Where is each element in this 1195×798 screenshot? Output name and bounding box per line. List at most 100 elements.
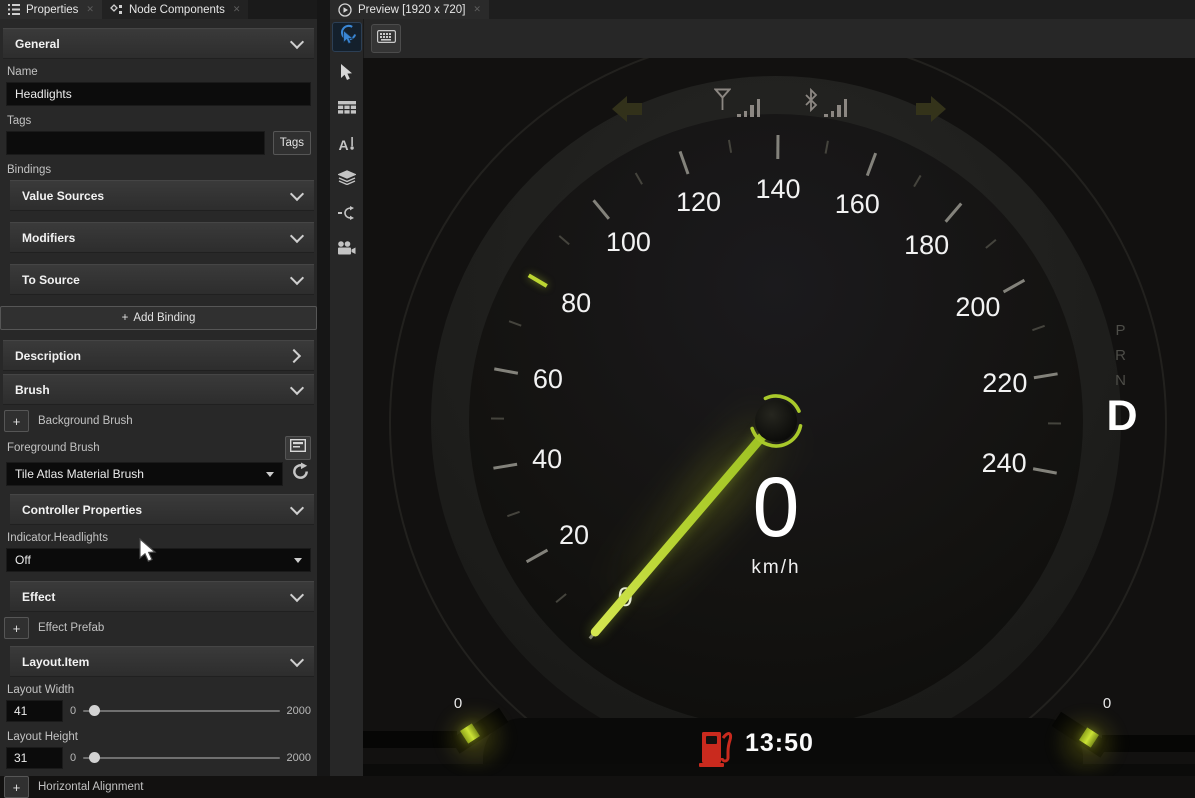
turn-signal-right-icon [916,96,946,122]
tags-button[interactable]: Tags [273,131,311,155]
layout-width-slider[interactable] [83,710,279,712]
virtual-keyboard-button[interactable] [371,24,401,53]
brush-editor-button[interactable] [285,436,311,460]
signal-bars-icon [824,99,847,117]
tab-node-components[interactable]: Node Components ✕ [102,0,248,19]
tab-preview-label: Preview [1920 x 720] [358,4,465,16]
gauge-label: 140 [746,173,810,205]
slider-handle[interactable] [89,752,100,763]
layout-width-label: Layout Width [7,684,317,696]
tab-properties-label: Properties [26,4,78,16]
branch-arrows-icon [338,206,355,225]
signal-bars-icon [737,99,760,117]
section-controller-properties-title: Controller Properties [22,503,292,517]
layout-height-slider[interactable] [83,757,279,759]
preview-viewport[interactable]: 020406080100120140160180200220240 0 km/h… [363,58,1195,776]
bluetooth-signal-indicator [804,88,847,117]
gauge-label: 180 [895,229,959,261]
section-effect[interactable]: Effect [10,581,314,612]
gauge-label: 60 [516,363,580,395]
gear-positions: P R N [1105,318,1137,393]
node-components-icon [110,4,123,16]
gear-p: P [1105,318,1137,343]
play-circle-icon [338,3,352,17]
gauge-label: 20 [542,519,606,551]
indicator-headlights-value: Off [15,553,31,567]
tags-label: Tags [7,115,317,127]
gear-n: N [1105,368,1137,393]
grid-tool-button[interactable] [333,98,361,122]
layers-tool-button[interactable] [333,168,361,192]
tags-field[interactable] [6,131,265,155]
tab-node-components-label: Node Components [129,4,225,16]
section-modifiers[interactable]: Modifiers [10,222,314,253]
chevron-right-icon [287,348,301,362]
section-to-source[interactable]: To Source [10,264,314,295]
network-signal-indicator [714,88,760,117]
close-icon[interactable]: ✕ [233,4,241,15]
text-cursor-mark-icon [349,136,355,155]
layout-width-field[interactable]: 41 [6,700,63,722]
left-gauge-zero-label: 0 [446,695,470,712]
gauge-tick [1048,422,1061,424]
foreground-brush-dropdown[interactable]: Tile Atlas Material Brush [6,462,283,486]
section-description[interactable]: Description [3,340,314,371]
section-brush-title: Brush [15,383,292,397]
close-icon[interactable]: ✕ [86,4,94,15]
add-binding-button[interactable]: + Add Binding [0,306,317,330]
layout-height-field[interactable]: 31 [6,747,63,769]
section-general[interactable]: General [3,28,314,59]
gauge-label: 240 [972,447,1036,479]
select-tool-button[interactable] [333,63,361,87]
arrow-cursor-icon [339,64,354,87]
reset-brush-button[interactable] [289,463,311,485]
properties-list-icon [8,4,20,15]
section-layout-item-title: Layout.Item [22,655,292,669]
add-effect-prefab-button[interactable]: + [4,617,29,639]
right-gauge-zero-label: 0 [1095,695,1119,712]
instance-tool-button[interactable] [333,203,361,227]
gauge-label: 100 [596,226,660,258]
speed-unit: km/h [716,557,836,579]
preview-tabbar: Preview [1920 x 720] ✕ [330,0,1195,19]
slider-handle[interactable] [89,705,100,716]
chevron-down-icon [290,228,304,242]
add-horizontal-alignment-button[interactable]: + [4,776,29,798]
interact-tool-button[interactable] [332,22,362,52]
name-field[interactable]: Headlights [6,82,311,106]
interact-cursor-icon [336,24,357,50]
caret-down-icon [266,472,274,477]
caret-down-icon [294,558,302,563]
close-icon[interactable]: ✕ [473,4,481,15]
panel-divider[interactable] [317,0,330,776]
add-binding-label: Add Binding [133,312,195,324]
text-tool-button[interactable]: A [333,133,361,157]
gauge-tick [776,135,779,159]
tab-properties[interactable]: Properties ✕ [0,0,102,19]
keyboard-icon [377,30,396,48]
foreground-brush-value: Tile Atlas Material Brush [15,467,144,481]
preview-tool-strip: A [330,19,363,776]
section-layout-item[interactable]: Layout.Item [10,646,314,677]
name-label: Name [7,66,317,78]
slider-min-label: 0 [70,705,76,717]
layers-icon [338,170,356,190]
chevron-down-icon [290,652,304,666]
left-tabbar: Properties ✕ Node Components ✕ [0,0,317,19]
preview-toolbar [363,19,1195,59]
chevron-down-icon [290,500,304,514]
section-controller-properties[interactable]: Controller Properties [10,494,314,525]
antenna-icon [714,88,731,117]
turn-signal-left-icon [612,96,642,122]
add-background-brush-button[interactable]: + [4,410,29,432]
indicator-headlights-dropdown[interactable]: Off [6,548,311,572]
camera-tool-button[interactable] [333,238,361,262]
section-value-sources[interactable]: Value Sources [10,180,314,211]
preview-panel: Preview [1920 x 720] ✕ A [330,0,1195,776]
section-to-source-title: To Source [22,273,292,287]
tab-preview[interactable]: Preview [1920 x 720] ✕ [330,0,489,19]
background-brush-label: Background Brush [38,415,133,427]
section-effect-title: Effect [22,590,292,604]
section-brush[interactable]: Brush [3,374,314,405]
gear-r: R [1105,343,1137,368]
